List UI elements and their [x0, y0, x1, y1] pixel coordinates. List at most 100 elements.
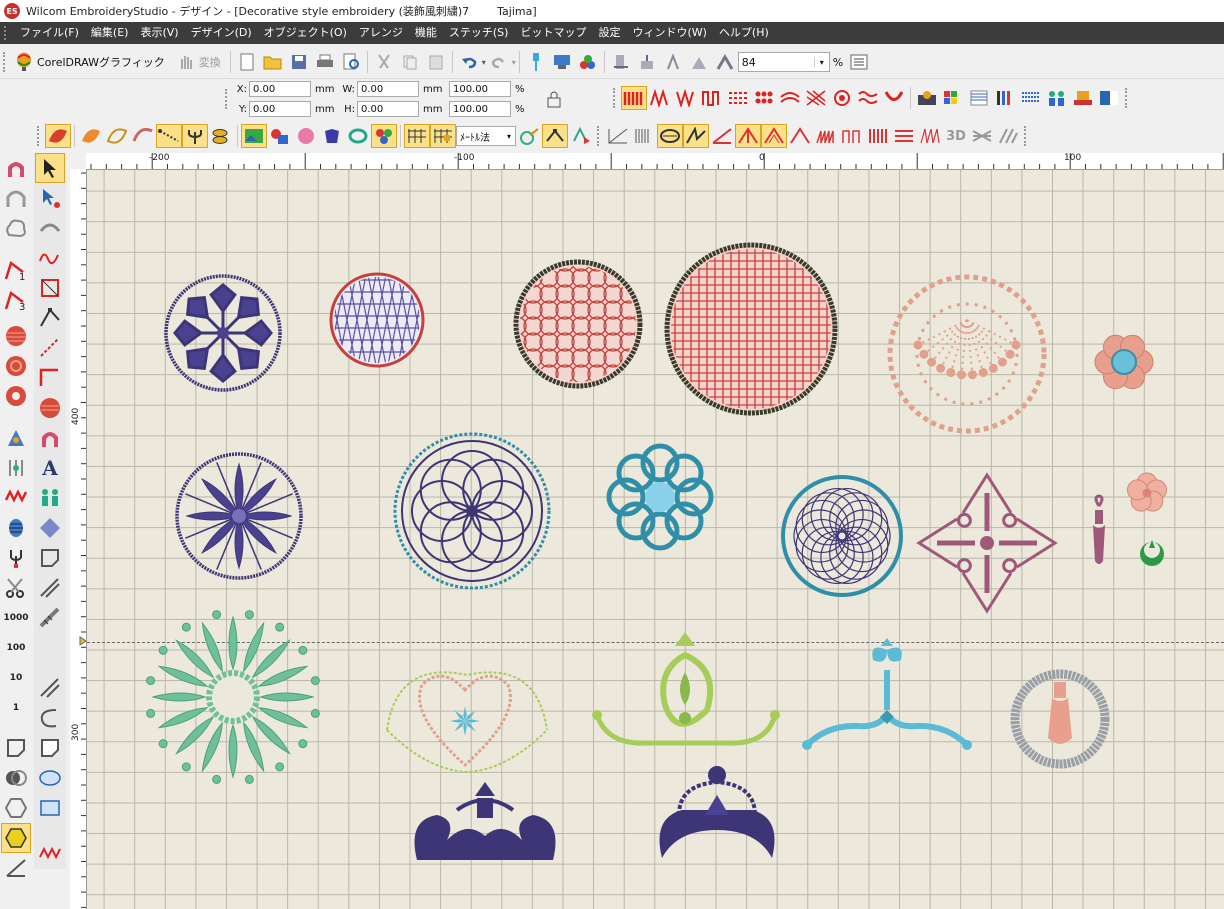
appliqué-icon[interactable]	[319, 124, 345, 148]
motif-fill-icon[interactable]	[829, 86, 855, 110]
menu-view[interactable]: 表示(V)	[134, 22, 184, 44]
team-names-icon[interactable]	[35, 483, 65, 513]
blanket-stitch-icon[interactable]	[865, 124, 891, 148]
feather-icon[interactable]	[130, 124, 156, 148]
menu-function[interactable]: 機能	[409, 22, 443, 44]
grid-icon[interactable]	[404, 124, 430, 148]
coreldraw-icon[interactable]	[11, 50, 37, 74]
peak-fill-icon[interactable]	[761, 124, 787, 148]
wave-fill-icon[interactable]	[855, 86, 881, 110]
scale-x-field[interactable]: 100.00	[449, 81, 511, 97]
run-stitch-icon[interactable]	[156, 124, 182, 148]
frame-shape-icon[interactable]	[35, 543, 65, 573]
navy-lotus-medallion[interactable]	[175, 452, 303, 580]
cloud-shape-icon[interactable]	[1, 213, 31, 243]
scale-y-field[interactable]: 100.00	[449, 101, 511, 117]
salmon-flower[interactable]	[1094, 334, 1154, 390]
corner-tool-icon[interactable]	[35, 363, 65, 393]
red-geometric-ball[interactable]	[508, 253, 643, 389]
select-arrow-icon[interactable]	[35, 153, 65, 183]
fill-leaf-icon[interactable]	[78, 124, 104, 148]
curve-stitch-icon[interactable]	[35, 243, 65, 273]
new-file-icon[interactable]	[234, 50, 260, 74]
cross-stitch-icon[interactable]	[751, 86, 777, 110]
sky-bow-swag[interactable]	[802, 638, 972, 750]
menu-edit[interactable]: 編集(E)	[85, 22, 135, 44]
ellipse-tool-icon[interactable]	[35, 763, 65, 793]
x-field[interactable]: 0.00	[249, 81, 311, 97]
heart-vine-wreath[interactable]	[386, 671, 548, 774]
menu-file[interactable]: ファイル(F)	[14, 22, 85, 44]
send-machine-icon[interactable]	[549, 50, 575, 74]
y-field[interactable]: 0.00	[249, 101, 311, 117]
zoom-dropdown-icon[interactable]: ▾	[813, 57, 829, 67]
stitch-player-icon[interactable]	[608, 50, 634, 74]
silver-ring-pendant[interactable]	[1010, 669, 1110, 769]
circle-fill-icon[interactable]	[35, 393, 65, 423]
scissors-icon[interactable]	[1, 573, 31, 603]
spacing-1000-icon[interactable]: 1000	[1, 603, 31, 633]
mauve-tassel-charm[interactable]	[1093, 494, 1105, 564]
green-crescent-emblem[interactable]	[1140, 540, 1164, 566]
measure-method-dropdown-icon[interactable]: ▾	[503, 132, 515, 141]
stitch-order-icon[interactable]	[634, 50, 660, 74]
photo-stitch-icon[interactable]	[1, 453, 31, 483]
angle-tool-icon[interactable]	[1, 853, 31, 883]
print-preview-icon[interactable]	[338, 50, 364, 74]
fold-shape-icon[interactable]	[35, 733, 65, 763]
menu-window[interactable]: ウィンドウ(W)	[626, 22, 712, 44]
outline-arch-icon[interactable]	[1, 183, 31, 213]
text-tool-icon[interactable]: A	[35, 453, 65, 483]
digitize-arch-icon[interactable]	[1, 153, 31, 183]
slow-redraw-icon[interactable]	[686, 50, 712, 74]
proportional-lock-icon[interactable]	[541, 87, 567, 111]
contour-stitch-icon[interactable]	[777, 86, 803, 110]
people-icon[interactable]	[1044, 86, 1070, 110]
spacing-1-icon[interactable]: 1	[1, 693, 31, 723]
diagonal-lines-icon[interactable]	[35, 573, 65, 603]
arc-outline-icon[interactable]	[35, 703, 65, 733]
monogram-diamond-icon[interactable]	[35, 513, 65, 543]
travel-icon[interactable]	[660, 50, 686, 74]
stitch-play-icon[interactable]	[568, 124, 594, 148]
menu-stitch[interactable]: ステッチ(S)	[443, 22, 515, 44]
salmon-small-flower[interactable]	[1126, 472, 1168, 512]
menu-object[interactable]: オブジェクト(O)	[258, 22, 353, 44]
fancy-stitch-icon[interactable]	[725, 86, 751, 110]
menu-grip[interactable]	[4, 26, 10, 40]
ruler-tool-icon[interactable]	[35, 603, 65, 633]
red-grid-sphere[interactable]	[664, 242, 838, 416]
thread-chart-icon[interactable]	[1018, 86, 1044, 110]
ring-fill-icon[interactable]	[1, 381, 31, 411]
bitmap-icon[interactable]	[1096, 86, 1122, 110]
hoop-icon[interactable]	[712, 50, 738, 74]
menu-design[interactable]: デザイン(D)	[185, 22, 258, 44]
fork-tool-icon[interactable]	[1, 543, 31, 573]
undo-icon[interactable]	[456, 50, 482, 74]
lime-scroll-ornament[interactable]	[592, 632, 780, 746]
open-folder-icon[interactable]	[260, 50, 286, 74]
distort-icon[interactable]	[35, 273, 65, 303]
navy-crest-ornament-1[interactable]	[414, 782, 556, 860]
zoom-value[interactable]: 84	[739, 56, 814, 69]
sawtooth-stitch-icon[interactable]	[813, 124, 839, 148]
parallel-stitch-icon[interactable]	[891, 124, 917, 148]
color-bars-icon[interactable]	[992, 86, 1018, 110]
design-canvas[interactable]	[87, 170, 1224, 909]
teal-knot-medallion[interactable]	[606, 443, 714, 551]
color-palette-icon[interactable]	[940, 86, 966, 110]
h-field[interactable]: 0.00	[357, 101, 419, 117]
measure-method-combo[interactable]: ﾒｰﾄﾙ法 ▾	[456, 126, 516, 146]
cross-hatch-icon[interactable]	[803, 86, 829, 110]
hatch-stitch-icon[interactable]	[995, 124, 1021, 148]
peak-icon[interactable]	[735, 124, 761, 148]
zoom-list-icon[interactable]	[846, 50, 872, 74]
frame-tool-icon[interactable]	[1, 733, 31, 763]
zigzag-stitch-icon[interactable]	[673, 86, 699, 110]
salmon-bead-circle[interactable]	[887, 274, 1047, 434]
split-line-icon[interactable]	[35, 333, 65, 363]
satin-stitch-icon[interactable]	[621, 86, 647, 110]
3d-icon[interactable]: 3D	[943, 124, 969, 148]
zoom-combo[interactable]: 84 ▾	[737, 52, 830, 72]
navy-crest-ornament-2[interactable]	[659, 766, 775, 858]
